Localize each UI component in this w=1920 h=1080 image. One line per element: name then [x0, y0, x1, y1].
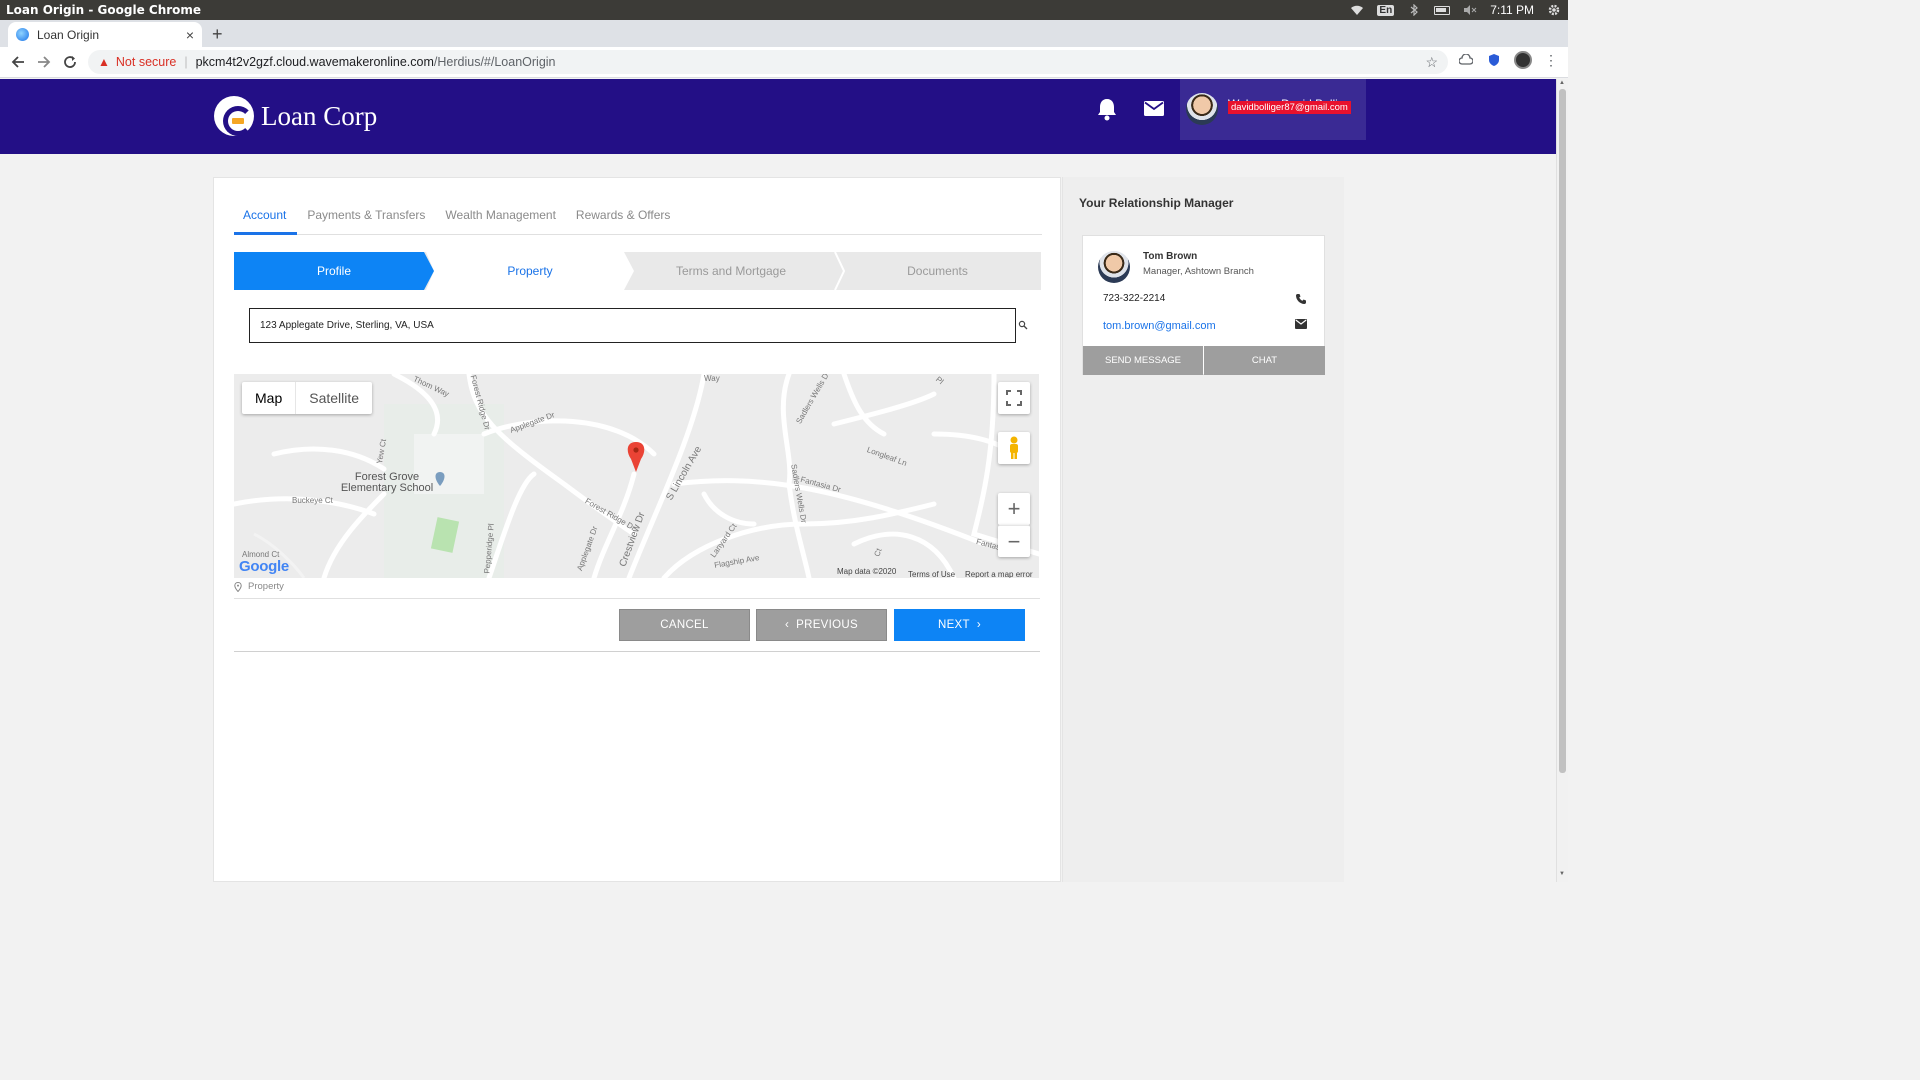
map-label-buckeye-ct: Buckeye Ct: [292, 496, 333, 505]
google-logo[interactable]: Google: [239, 558, 289, 575]
divider: [234, 651, 1040, 652]
relationship-manager-panel: Your Relationship Manager Tom Brown Mana…: [1062, 177, 1344, 882]
scroll-down-icon[interactable]: ▼: [1559, 871, 1565, 877]
battery-icon[interactable]: [1434, 3, 1451, 17]
settings-gear-icon[interactable]: [1546, 3, 1562, 17]
app-header: Loan Corp Welcome David Bollig davidboll…: [0, 79, 1556, 154]
send-message-button[interactable]: SEND MESSAGE: [1083, 346, 1203, 375]
keyboard-layout-indicator[interactable]: En: [1377, 4, 1395, 16]
wizard-step-terms-mortgage[interactable]: Terms and Mortgage: [626, 252, 836, 290]
tab-payments-transfers[interactable]: Payments & Transfers: [297, 201, 435, 235]
map-type-map-button[interactable]: Map: [242, 382, 297, 414]
browser-extensions: ⋮: [1458, 51, 1558, 69]
map-data-attribution: Map data ©2020: [837, 567, 897, 576]
back-arrow-icon[interactable]: [5, 49, 31, 75]
clock[interactable]: 7:11 PM: [1490, 3, 1534, 17]
section-tabs: Account Payments & Transfers Wealth Mana…: [234, 201, 1042, 235]
browser-tab[interactable]: Loan Origin ×: [8, 22, 202, 47]
loan-origin-card: Account Payments & Transfers Wealth Mana…: [213, 177, 1061, 882]
url-path: /Herdius/#/LoanOrigin: [433, 55, 556, 69]
favicon-icon: [16, 28, 29, 41]
browser-tab-strip: Loan Origin × +: [0, 20, 1568, 47]
brand-logo[interactable]: Loan Corp: [214, 96, 377, 136]
mail-icon[interactable]: [1295, 319, 1307, 329]
map-type-satellite-button[interactable]: Satellite: [296, 382, 372, 414]
chevron-left-icon: ‹: [785, 619, 790, 631]
tab-rewards-offers[interactable]: Rewards & Offers: [566, 201, 680, 235]
panel-title: Your Relationship Manager: [1079, 196, 1234, 210]
wizard-step-documents[interactable]: Documents: [834, 252, 1041, 290]
map-label-way-top: Way: [704, 374, 720, 383]
profile-avatar-icon[interactable]: [1514, 51, 1532, 69]
reload-icon[interactable]: [57, 49, 83, 75]
fullscreen-icon[interactable]: [998, 382, 1030, 414]
user-email-badge: davidbolliger87@gmail.com: [1228, 101, 1351, 114]
map-poi-school[interactable]: Forest Grove Elementary School: [332, 472, 442, 494]
wifi-icon[interactable]: [1349, 3, 1365, 17]
not-secure-label[interactable]: Not secure: [116, 55, 176, 69]
manager-email-link[interactable]: tom.brown@gmail.com: [1103, 320, 1216, 332]
manager-role: Manager, Ashtown Branch: [1143, 266, 1254, 277]
zoom-out-button[interactable]: −: [998, 525, 1030, 557]
map-pin-icon: [627, 442, 645, 472]
browser-toolbar: ▲ Not secure | pkcm4t2v2gzf.cloud.wavema…: [0, 47, 1568, 78]
messages-mail-icon[interactable]: [1144, 101, 1164, 121]
window-title: Loan Origin - Google Chrome: [6, 3, 202, 17]
wizard-step-property[interactable]: Property: [426, 252, 634, 290]
zoom-in-button[interactable]: +: [998, 493, 1030, 525]
location-pin-icon: [234, 581, 242, 592]
brand-name: Loan Corp: [261, 100, 378, 131]
previous-button-label: PREVIOUS: [796, 619, 858, 631]
close-tab-icon[interactable]: ×: [186, 27, 194, 43]
extension-cloud-icon[interactable]: [1458, 52, 1474, 68]
url-host: pkcm4t2v2gzf.cloud.wavemakeronline.com: [195, 55, 434, 69]
warning-icon: ▲: [98, 55, 110, 69]
scrollbar-thumb[interactable]: [1559, 89, 1566, 773]
tab-wealth-management[interactable]: Wealth Management: [435, 201, 566, 235]
volume-muted-icon[interactable]: [1462, 3, 1478, 17]
chevron-right-icon: ›: [976, 619, 981, 631]
map-report-error-link[interactable]: Report a map error: [965, 570, 1033, 578]
manager-card: Tom Brown Manager, Ashtown Branch 723-32…: [1082, 235, 1325, 375]
loan-wizard-steps: Terms and Mortgage Documents Property Pr…: [234, 252, 1041, 290]
manager-phone: 723-322-2214: [1103, 293, 1166, 304]
extension-shield-icon[interactable]: [1486, 52, 1502, 68]
bookmark-star-icon[interactable]: ☆: [1425, 54, 1438, 71]
chat-button[interactable]: CHAT: [1204, 346, 1325, 375]
step-divider-icon: [834, 252, 845, 290]
browser-menu-icon[interactable]: ⋮: [1544, 52, 1558, 69]
manager-avatar: [1098, 251, 1130, 283]
bluetooth-icon[interactable]: [1406, 3, 1422, 17]
property-address-input[interactable]: [249, 308, 1016, 343]
cancel-button[interactable]: CANCEL: [619, 609, 750, 641]
previous-button[interactable]: ‹ PREVIOUS: [756, 609, 887, 641]
phone-icon[interactable]: [1295, 293, 1307, 305]
scroll-up-icon[interactable]: ▲: [1559, 80, 1565, 86]
map-type-toggle: Map Satellite: [242, 382, 373, 414]
map-terms-link[interactable]: Terms of Use: [908, 570, 955, 578]
map-caption-label: Property: [248, 581, 284, 592]
tab-title: Loan Origin: [37, 27, 100, 42]
omnibox-separator: |: [184, 55, 188, 69]
property-map[interactable]: Thom Way Forest Ridge Dr Applegate Dr Ye…: [234, 374, 1039, 578]
wizard-step-profile[interactable]: Profile: [234, 252, 434, 290]
map-caption: Property: [234, 581, 284, 592]
tab-account[interactable]: Account: [234, 201, 298, 235]
system-tray: En 7:11 PM: [1349, 3, 1568, 17]
divider: [234, 598, 1040, 599]
forward-arrow-icon[interactable]: [31, 49, 57, 75]
search-icon[interactable]: [1018, 320, 1028, 330]
street-view-pegman-icon[interactable]: [998, 432, 1030, 464]
next-button-label: NEXT: [937, 619, 970, 631]
os-top-bar: Loan Origin - Google Chrome En 7:11 PM: [0, 0, 1568, 20]
manager-name: Tom Brown: [1143, 251, 1198, 262]
notifications-bell-icon[interactable]: [1096, 97, 1118, 126]
next-button[interactable]: NEXT ›: [894, 609, 1025, 641]
loan-corp-logo-icon: [214, 96, 254, 136]
new-tab-button[interactable]: +: [212, 24, 223, 45]
user-menu[interactable]: Welcome David Bollig davidbolliger87@gma…: [1180, 79, 1366, 140]
address-bar[interactable]: ▲ Not secure | pkcm4t2v2gzf.cloud.wavema…: [88, 50, 1448, 74]
user-avatar: [1186, 93, 1218, 125]
page-scrollbar[interactable]: ▲ ▼: [1556, 79, 1568, 882]
